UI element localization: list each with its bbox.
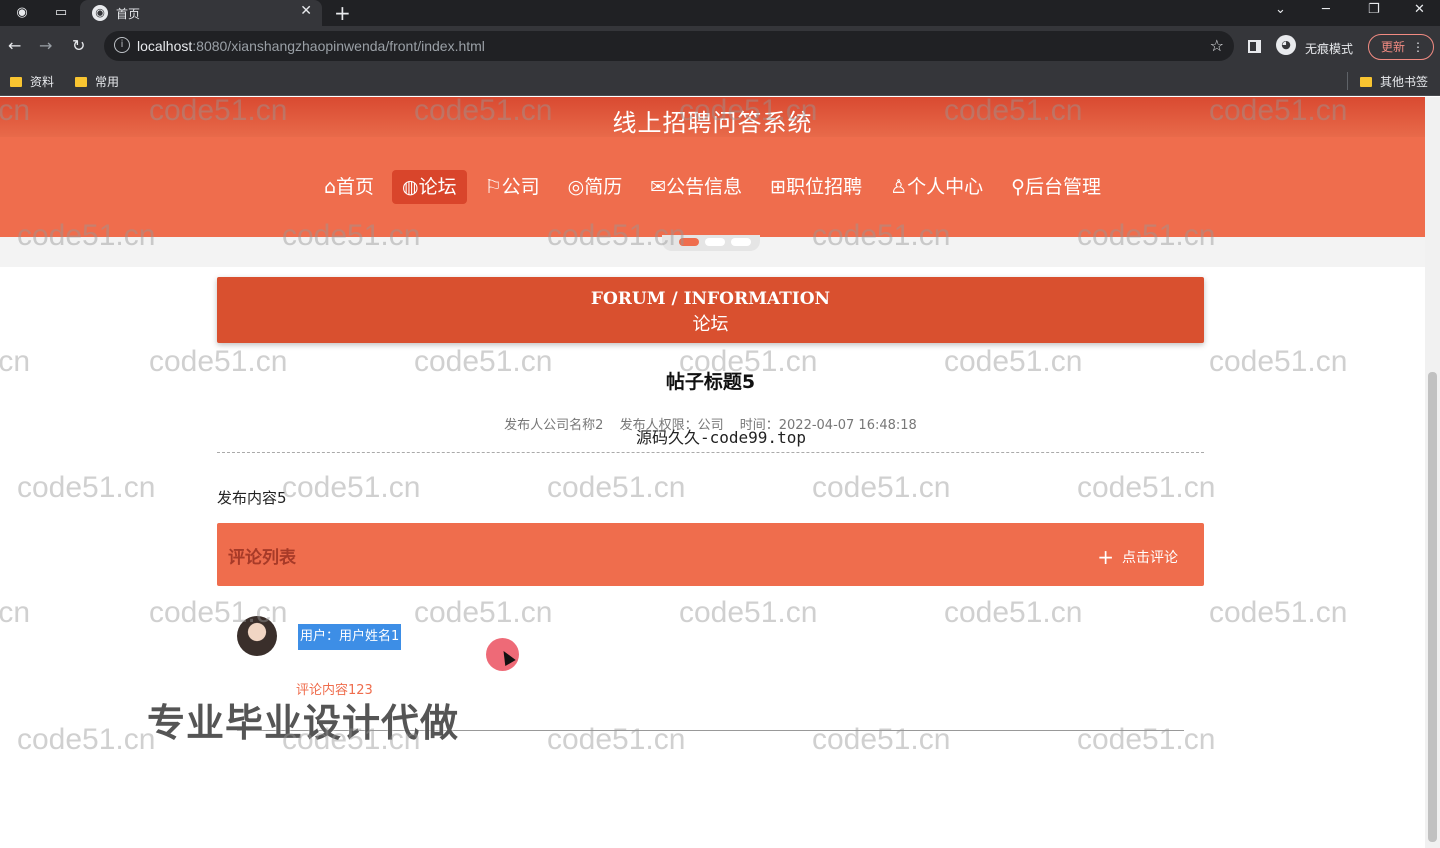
carousel-dot[interactable]	[731, 238, 751, 246]
post-title: 帖子标题5	[665, 371, 756, 393]
folder-icon	[75, 77, 87, 87]
divider	[217, 452, 1204, 453]
bookmark-folder[interactable]: 资料	[10, 73, 54, 90]
forward-arrow-icon[interactable]: →	[39, 36, 52, 55]
add-comment-button[interactable]: + 点击评论	[1097, 545, 1178, 569]
carousel-indicators	[662, 235, 760, 251]
carousel-dot[interactable]	[679, 238, 699, 246]
bookmark-folder[interactable]: 常用	[75, 73, 119, 90]
promo-overlay-text: 专业毕业设计代做	[147, 701, 460, 745]
browser-tab-active[interactable]: ◉ 首页 ✕	[80, 0, 322, 26]
address-bar-row: ← → ↻ i localhost:8080/xianshangzhaopinw…	[0, 26, 1440, 66]
tab-title: 首页	[116, 7, 141, 21]
post-content: 发布内容5	[217, 489, 287, 507]
plus-icon: +	[1097, 545, 1114, 569]
page-viewport: 线上招聘问答系统 ⌂首页 ◍论坛 ⚐公司 ◎简历 ✉公告信息 ⊞职位招聘 ♙个人…	[0, 97, 1440, 848]
menu-dots-icon[interactable]: ⋮	[1412, 35, 1424, 59]
carousel-dot[interactable]	[705, 238, 725, 246]
nav-item-jobs[interactable]: ⊞职位招聘	[760, 170, 872, 204]
reload-icon[interactable]: ↻	[72, 36, 85, 55]
folder-icon	[1360, 77, 1372, 87]
back-arrow-icon[interactable]: ←	[8, 36, 21, 55]
nav-item-forum[interactable]: ◍论坛	[392, 170, 467, 204]
nav-item-announcements[interactable]: ✉公告信息	[640, 170, 752, 204]
url-input[interactable]: i localhost:8080/xianshangzhaopinwenda/f…	[104, 31, 1234, 61]
source-watermark-text: 源码久久-code99.top	[636, 428, 806, 447]
comment-list-header: 评论列表 + 点击评论	[217, 523, 1204, 586]
url-text: localhost:8080/xianshangzhaopinwenda/fro…	[137, 38, 485, 54]
folder-icon	[10, 77, 22, 87]
site-title: 线上招聘问答系统	[612, 109, 813, 137]
banner-title-zh: 论坛	[692, 314, 729, 335]
scrollbar[interactable]	[1425, 97, 1440, 848]
close-icon[interactable]: ✕	[300, 3, 312, 19]
bookmarks-bar: 资料 常用 其他书签	[0, 66, 1440, 96]
comment-list-label: 评论列表	[228, 548, 296, 568]
nav-item-resume[interactable]: ◎简历	[558, 170, 633, 204]
update-button[interactable]: 更新 ⋮	[1368, 34, 1434, 60]
star-icon[interactable]: ☆	[1210, 36, 1224, 55]
minimize-button[interactable]: ─	[1322, 2, 1330, 17]
main-nav: ⌂首页 ◍论坛 ⚐公司 ◎简历 ✉公告信息 ⊞职位招聘 ♙个人中心 ⚲后台管理	[0, 137, 1425, 237]
avatar	[237, 616, 277, 656]
side-panel-icon[interactable]	[1248, 40, 1261, 53]
nav-item-home[interactable]: ⌂首页	[314, 170, 384, 204]
nav-item-admin[interactable]: ⚲后台管理	[1001, 170, 1111, 204]
close-window-button[interactable]: ✕	[1414, 2, 1425, 17]
meta-publisher: 发布人公司名称2	[504, 418, 604, 433]
incognito-label: 无痕模式	[1305, 42, 1354, 56]
globe-icon: ◉	[92, 5, 108, 21]
maximize-button[interactable]: ❐	[1368, 2, 1380, 17]
other-bookmarks[interactable]: 其他书签	[1360, 73, 1428, 90]
forum-banner: FORUM / INFORMATION 论坛	[217, 277, 1204, 343]
comment-username: 用户：用户姓名1	[298, 624, 402, 650]
nav-item-company[interactable]: ⚐公司	[475, 170, 550, 204]
browser-tab-strip: ◉ ▭ ◉ 首页 ✕ + ⌄ ─ ❐ ✕	[0, 0, 1440, 26]
incognito-icon[interactable]: ◕	[1276, 35, 1296, 55]
globe-icon[interactable]: ◉	[14, 5, 30, 21]
chevron-down-icon[interactable]: ⌄	[1275, 2, 1286, 17]
nav-item-profile[interactable]: ♙个人中心	[880, 170, 993, 204]
window-icon[interactable]: ▭	[53, 5, 69, 21]
banner-title-en: FORUM / INFORMATION	[590, 289, 831, 309]
info-icon[interactable]: i	[114, 37, 130, 53]
scrollbar-thumb[interactable]	[1428, 372, 1437, 842]
divider	[1347, 72, 1348, 90]
new-tab-button[interactable]: +	[334, 1, 351, 25]
